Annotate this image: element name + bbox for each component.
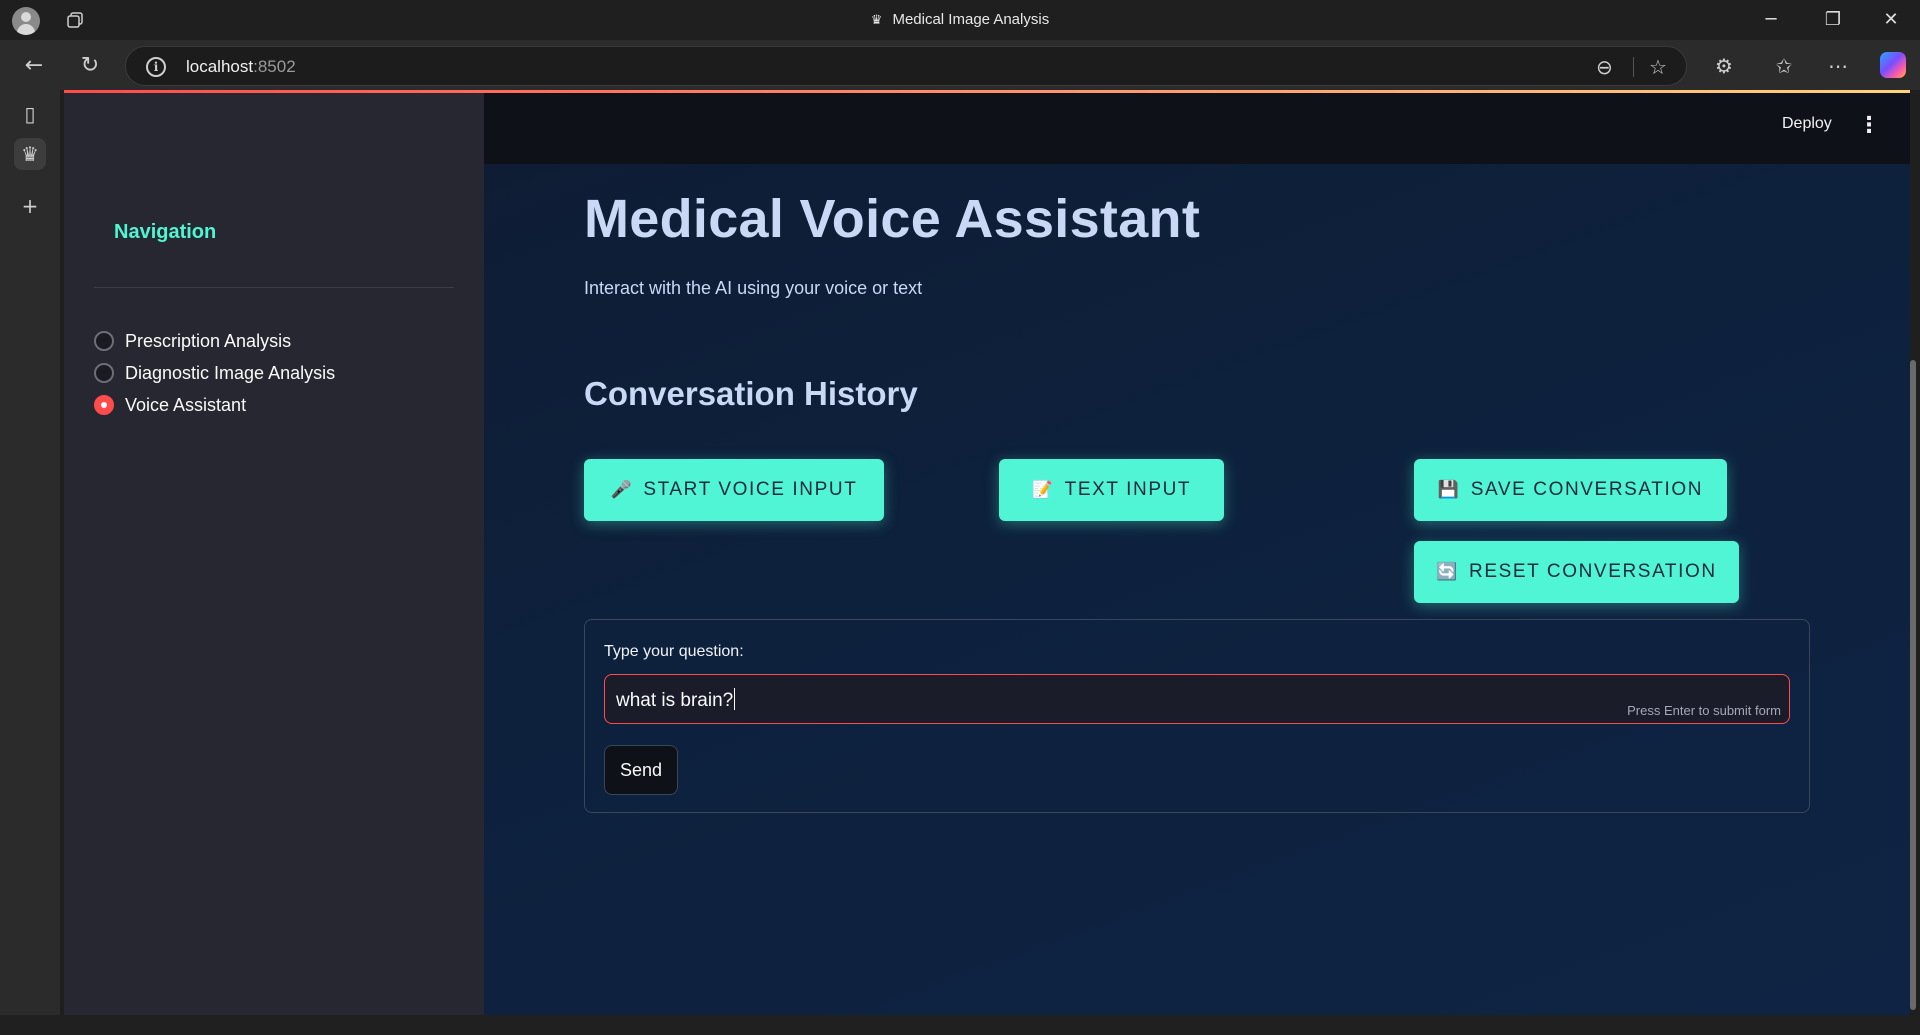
extensions-icon[interactable]: ⚙ <box>1708 50 1740 82</box>
page-title: Medical Voice Assistant <box>584 189 1201 249</box>
memo-icon: 📝 <box>1031 480 1055 499</box>
browser-title-bar: ♛ Medical Image Analysis ─ ❐ ✕ <box>0 0 1920 40</box>
streamlit-app: Navigation Prescription Analysis Diagnos… <box>64 90 1910 1015</box>
start-voice-input-button[interactable]: 🎤 START VOICE INPUT <box>584 459 884 521</box>
submit-hint: Press Enter to submit form <box>1627 703 1781 718</box>
address-bar[interactable]: i localhost:8502 ⊖ ☆ <box>125 46 1687 86</box>
page-scrollbar[interactable] <box>1910 360 1916 1010</box>
microphone-icon: 🎤 <box>610 480 634 499</box>
send-button[interactable]: Send <box>604 745 678 795</box>
floppy-disk-icon: 💾 <box>1437 480 1461 499</box>
streamlit-favicon-icon: ♛ <box>870 12 883 27</box>
favorite-star-icon[interactable]: ☆ <box>1649 55 1667 79</box>
main-content: Deploy ⋮ Medical Voice Assistant Interac… <box>484 93 1910 1015</box>
new-tab-plus-icon[interactable]: + <box>14 190 46 222</box>
radio-label[interactable]: Voice Assistant <box>125 395 246 416</box>
radio-button-selected[interactable] <box>94 395 114 415</box>
radio-label[interactable]: Diagnostic Image Analysis <box>125 363 335 384</box>
question-input[interactable]: what is brain? Press Enter to submit for… <box>604 674 1790 724</box>
button-label: START VOICE INPUT <box>643 479 858 500</box>
address-bar-divider <box>1633 57 1634 77</box>
site-info-icon[interactable]: i <box>146 57 166 77</box>
copilot-icon[interactable] <box>1880 52 1906 78</box>
browser-vertical-rail: ▯ ♛ + <box>0 90 60 1035</box>
reset-arrows-icon: 🔄 <box>1436 562 1460 581</box>
radio-button[interactable] <box>94 331 114 351</box>
save-conversation-button[interactable]: 💾 SAVE CONVERSATION <box>1414 459 1727 521</box>
section-title: Conversation History <box>584 375 918 412</box>
window-title: ♛ Medical Image Analysis <box>870 11 1050 28</box>
main-menu-icon[interactable]: ⋮ <box>1858 111 1880 141</box>
page-subtitle: Interact with the AI using your voice or… <box>584 278 923 298</box>
question-form: Type your question: what is brain? Press… <box>584 619 1810 813</box>
radio-label[interactable]: Prescription Analysis <box>125 331 291 352</box>
question-input-value[interactable]: what is brain? <box>616 688 736 712</box>
reading-mode-icon[interactable]: ⊖ <box>1596 55 1613 79</box>
more-options-icon[interactable]: ⋯ <box>1822 50 1854 82</box>
sidebar-title: Navigation <box>114 221 217 243</box>
radio-button[interactable] <box>94 363 114 383</box>
close-icon[interactable]: ✕ <box>1868 6 1914 34</box>
radio-option-voice-assistant[interactable]: Voice Assistant <box>94 392 246 418</box>
sidebar: Navigation Prescription Analysis Diagnos… <box>64 93 484 1015</box>
refresh-icon[interactable]: ↻ <box>74 50 106 82</box>
button-label: RESET CONVERSATION <box>1469 561 1717 582</box>
favorites-icon[interactable]: ✩ <box>1768 50 1800 82</box>
url-text[interactable]: localhost:8502 <box>186 57 296 77</box>
text-caret <box>734 688 736 710</box>
restore-icon[interactable]: ❐ <box>1810 6 1856 34</box>
button-label: SAVE CONVERSATION <box>1470 479 1704 500</box>
minimize-icon[interactable]: ─ <box>1748 6 1794 34</box>
sidebar-divider <box>94 287 454 288</box>
question-input-label: Type your question: <box>604 643 744 660</box>
browser-toolbar: ← ↻ i localhost:8502 ⊖ ☆ ⚙ ✩ ⋯ <box>0 40 1920 90</box>
sidebar-toggle-icon[interactable]: ▯ <box>14 98 46 130</box>
back-arrow-icon[interactable]: ← <box>18 50 50 82</box>
button-label: TEXT INPUT <box>1064 479 1192 500</box>
active-tab-icon[interactable]: ♛ <box>14 138 46 170</box>
deploy-button[interactable]: Deploy <box>1782 115 1832 133</box>
radio-option-prescription[interactable]: Prescription Analysis <box>94 328 291 354</box>
app-header: Deploy ⋮ <box>484 93 1910 164</box>
text-input-button[interactable]: 📝 TEXT INPUT <box>999 459 1224 521</box>
os-taskbar <box>0 1015 1920 1035</box>
radio-option-diagnostic[interactable]: Diagnostic Image Analysis <box>94 360 335 386</box>
reset-conversation-button[interactable]: 🔄 RESET CONVERSATION <box>1414 541 1739 603</box>
